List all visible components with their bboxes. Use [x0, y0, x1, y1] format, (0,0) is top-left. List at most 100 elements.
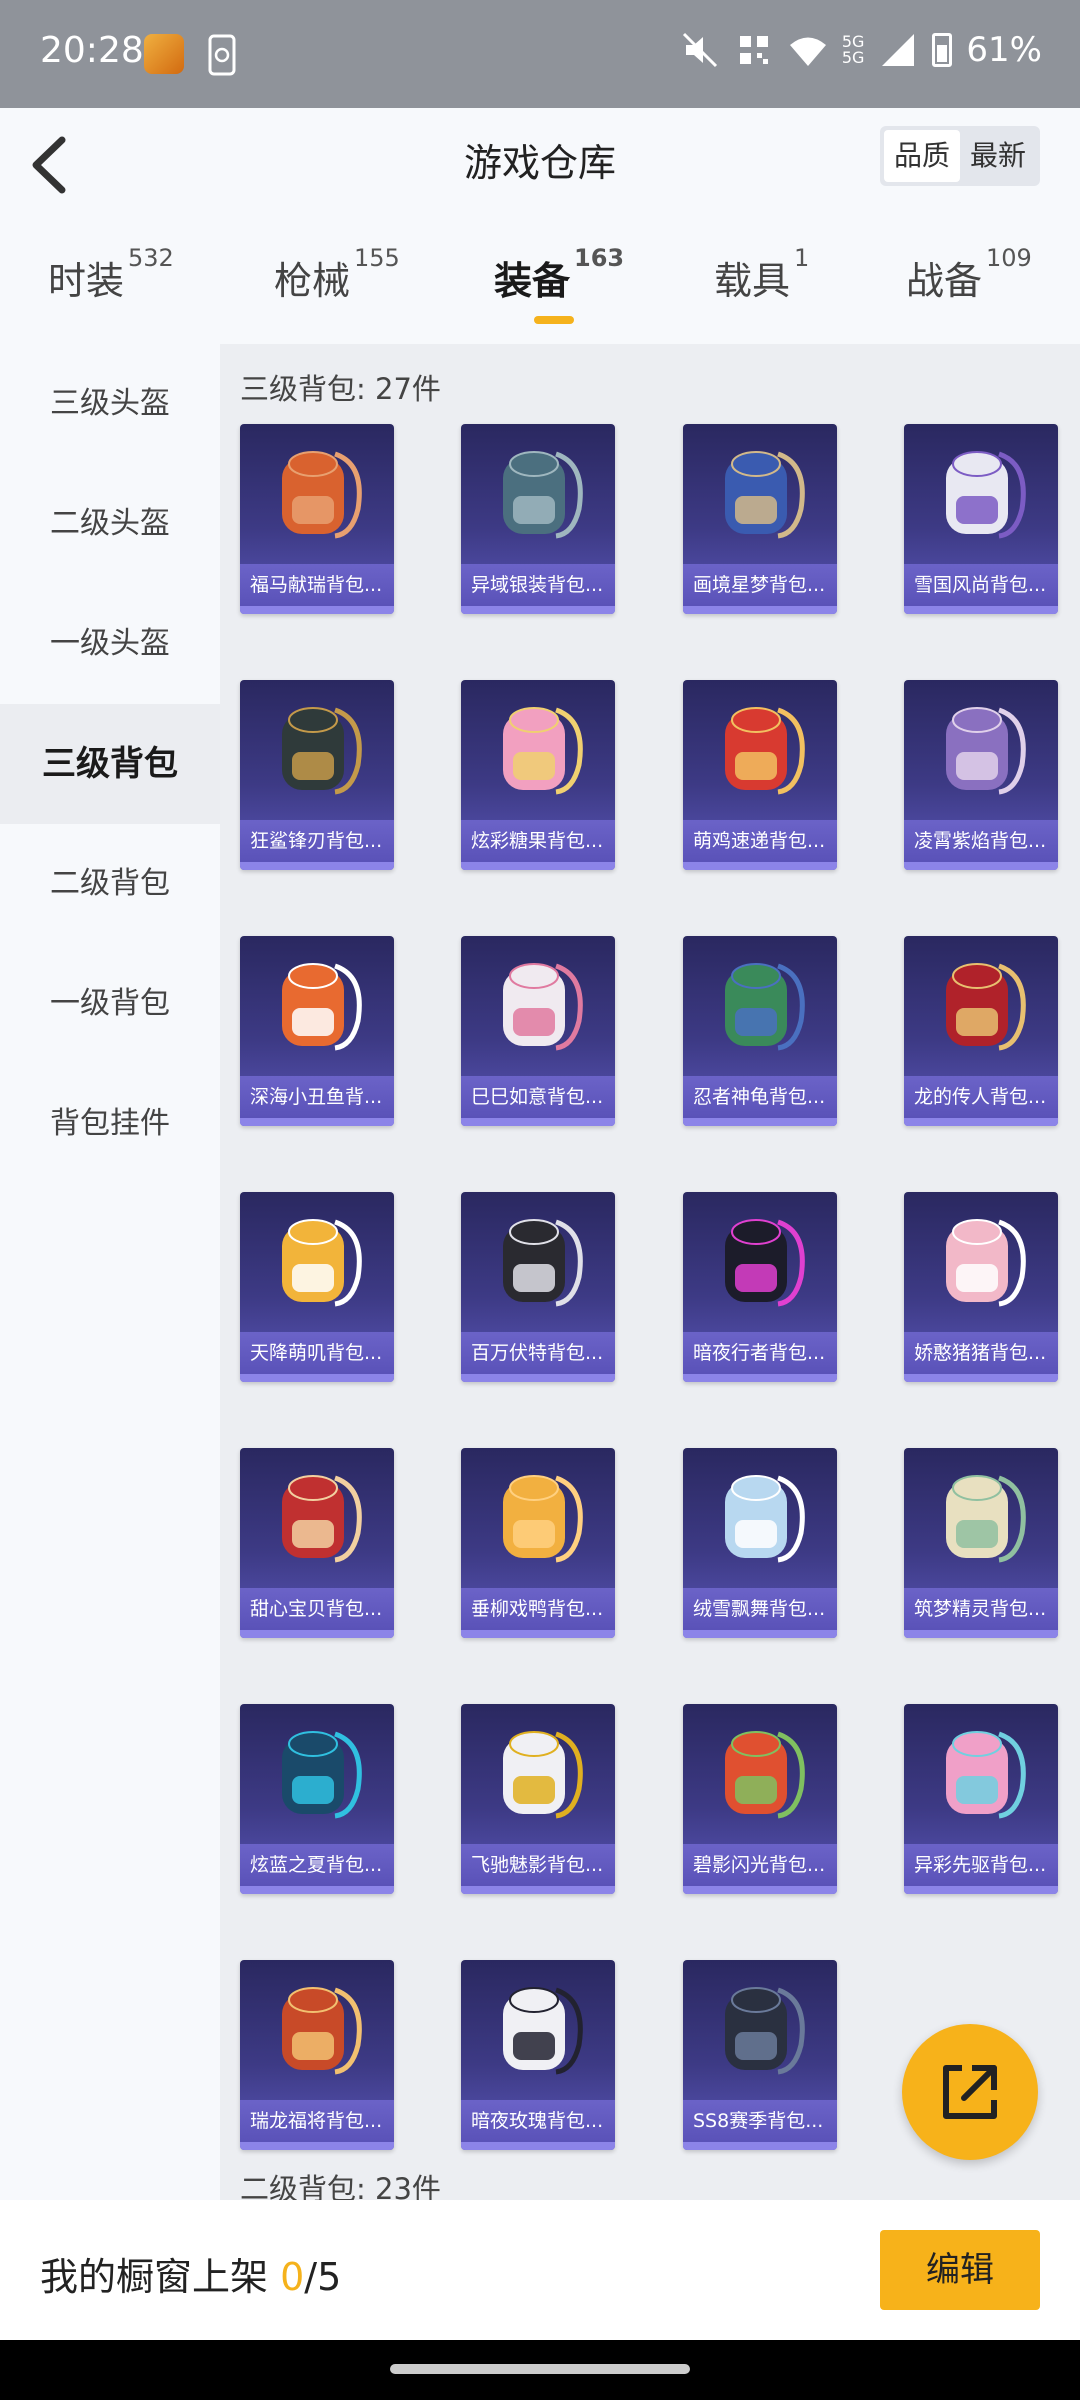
item-quality-stripe [904, 1886, 1058, 1894]
item-label: 飞驰魅影背包... [461, 1844, 615, 1886]
item-quality-stripe [461, 606, 615, 614]
item-label: 凌霄紫焰背包... [904, 820, 1058, 862]
showcase-label: 我的橱窗上架 [40, 2255, 269, 2299]
item-card[interactable]: 绒雪飘舞背包... [683, 1448, 837, 1638]
item-content: 三级背包: 27件 福马献瑞背包... 异域银装背包... 画境星梦背包... 雪国风… [220, 344, 1080, 2200]
sort-latest-button[interactable]: 最新 [960, 130, 1036, 182]
item-card[interactable]: 异彩先驱背包... [904, 1704, 1058, 1894]
item-quality-stripe [240, 1118, 394, 1126]
item-label: 百万伏特背包... [461, 1332, 615, 1374]
sidenav: 三级头盔 二级头盔 一级头盔 三级背包 二级背包 一级背包 背包挂件 [0, 344, 220, 2200]
sidenav-item-helmet-1[interactable]: 一级头盔 [0, 584, 220, 704]
backpack-icon [282, 1219, 362, 1307]
sidenav-item-backpack-2[interactable]: 二级背包 [0, 824, 220, 944]
item-card[interactable]: 异域银装背包... [461, 424, 615, 614]
tab-vehicles[interactable]: 载具1 [714, 244, 809, 305]
item-card[interactable]: 甜心宝贝背包... [240, 1448, 394, 1638]
item-card[interactable]: 暗夜玫瑰背包... [461, 1960, 615, 2150]
backpack-icon [946, 1219, 1026, 1307]
item-card[interactable]: 垂柳戏鸭背包... [461, 1448, 615, 1638]
item-label: 萌鸡速递背包... [683, 820, 837, 862]
item-quality-stripe [240, 1374, 394, 1382]
item-card[interactable]: 龙的传人背包... [904, 936, 1058, 1126]
item-card[interactable]: SS8赛季背包... [683, 1960, 837, 2150]
item-card[interactable]: 碧影闪光背包... [683, 1704, 837, 1894]
tab-fashion[interactable]: 时装532 [48, 244, 174, 305]
item-card[interactable]: 炫蓝之夏背包... [240, 1704, 394, 1894]
home-indicator[interactable] [390, 2364, 690, 2374]
item-label: 雪国风尚背包... [904, 564, 1058, 606]
item-card[interactable]: 雪国风尚背包... [904, 424, 1058, 614]
signal-bars-icon [882, 34, 915, 66]
item-label: 异域银装背包... [461, 564, 615, 606]
item-card[interactable]: 狂鲨锋刃背包... [240, 680, 394, 870]
item-quality-stripe [240, 2142, 394, 2150]
sidenav-item-backpack-3[interactable]: 三级背包 [0, 704, 220, 824]
sidenav-item-backpack-1[interactable]: 一级背包 [0, 944, 220, 1064]
tab-count: 109 [986, 244, 1032, 272]
tab-weapons[interactable]: 枪械155 [274, 244, 400, 305]
item-card[interactable]: 深海小丑鱼背... [240, 936, 394, 1126]
item-quality-stripe [240, 862, 394, 870]
edit-button[interactable]: 编辑 [880, 2230, 1040, 2310]
item-quality-stripe [904, 606, 1058, 614]
sidenav-item-helmet-2[interactable]: 二级头盔 [0, 464, 220, 584]
item-card[interactable]: 暗夜行者背包... [683, 1192, 837, 1382]
item-card[interactable]: 巳巳如意背包... [461, 936, 615, 1126]
item-label: 暗夜行者背包... [683, 1332, 837, 1374]
item-quality-stripe [904, 1630, 1058, 1638]
item-label: 碧影闪光背包... [683, 1844, 837, 1886]
item-card[interactable]: 飞驰魅影背包... [461, 1704, 615, 1894]
item-card[interactable]: 福马献瑞背包... [240, 424, 394, 614]
item-card[interactable]: 娇憨猪猪背包... [904, 1192, 1058, 1382]
item-card[interactable]: 瑞龙福将背包... [240, 1960, 394, 2150]
item-label: 狂鲨锋刃背包... [240, 820, 394, 862]
item-quality-stripe [683, 1886, 837, 1894]
sort-toggle: 品质 最新 [879, 126, 1040, 186]
tab-count: 155 [354, 244, 400, 272]
item-card[interactable]: 凌霄紫焰背包... [904, 680, 1058, 870]
backpack-icon [503, 963, 583, 1051]
showcase-total: /5 [304, 2255, 342, 2299]
item-quality-stripe [683, 2142, 837, 2150]
item-card[interactable]: 百万伏特背包... [461, 1192, 615, 1382]
item-label: 画境星梦背包... [683, 564, 837, 606]
sidenav-item-helmet-3[interactable]: 三级头盔 [0, 344, 220, 464]
item-card[interactable]: 忍者神龟背包... [683, 936, 837, 1126]
item-quality-stripe [683, 606, 837, 614]
tab-count: 163 [574, 244, 625, 272]
active-tab-indicator [534, 316, 574, 324]
item-card[interactable]: 萌鸡速递背包... [683, 680, 837, 870]
tab-equipment[interactable]: 装备163 [494, 244, 624, 305]
item-label: 深海小丑鱼背... [240, 1076, 394, 1118]
tab-supplies[interactable]: 战备109 [906, 244, 1032, 305]
item-label: 龙的传人背包... [904, 1076, 1058, 1118]
backpack-icon [946, 1475, 1026, 1563]
backpack-icon [282, 451, 362, 539]
backpack-icon [282, 707, 362, 795]
item-label: 暗夜玫瑰背包... [461, 2100, 615, 2142]
backpack-icon [946, 451, 1026, 539]
app-notification-icon [144, 34, 184, 74]
share-button[interactable] [902, 2024, 1038, 2160]
sidenav-item-backpack-charm[interactable]: 背包挂件 [0, 1064, 220, 1184]
item-quality-stripe [683, 862, 837, 870]
next-section-title: 二级背包: 23件 [240, 2172, 441, 2200]
backpack-icon [946, 707, 1026, 795]
header: 游戏仓库 品质 最新 [0, 108, 1080, 228]
item-quality-stripe [904, 862, 1058, 870]
item-card[interactable]: 画境星梦背包... [683, 424, 837, 614]
backpack-icon [282, 963, 362, 1051]
item-quality-stripe [904, 1118, 1058, 1126]
item-label: 垂柳戏鸭背包... [461, 1588, 615, 1630]
signal-5g-icon: 5G 5G [842, 34, 865, 66]
item-card[interactable]: 筑梦精灵背包... [904, 1448, 1058, 1638]
sort-quality-button[interactable]: 品质 [883, 130, 960, 182]
backpack-icon [503, 1987, 583, 2075]
tab-label: 战备 [906, 259, 983, 303]
network-label-2: 5G [841, 48, 865, 67]
tab-label: 枪械 [274, 259, 351, 303]
item-card[interactable]: 天降萌叽背包... [240, 1192, 394, 1382]
external-link-icon [943, 2065, 997, 2119]
item-card[interactable]: 炫彩糖果背包... [461, 680, 615, 870]
